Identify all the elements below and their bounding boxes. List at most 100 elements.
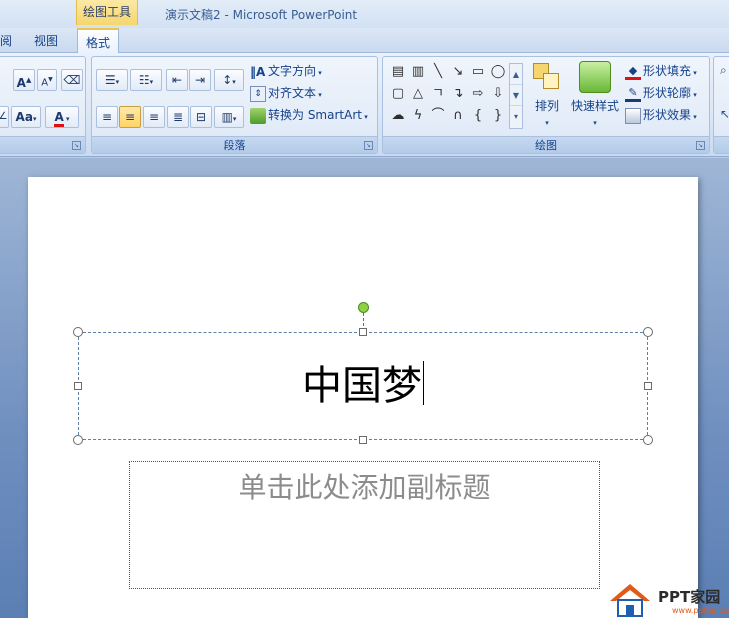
shape-effects-button[interactable]: 形状效果 ▾ — [625, 105, 697, 125]
gallery-down-icon[interactable]: ▼ — [510, 85, 522, 106]
drawing-group-label: 绘图 — [383, 136, 709, 153]
tab-view[interactable]: 视图 — [34, 32, 58, 49]
ribbon: A▲ A▼ ⌫ ∠ Aa▾ A ▾ ↘ ☰▾ ☷▾ ⇤ ⇥ ↕▾ ≡ ≡ ≡ ≣… — [0, 53, 729, 157]
paragraph-group: ☰▾ ☷▾ ⇤ ⇥ ↕▾ ≡ ≡ ≡ ≣ ⊟ ▥▾ ‖A 文字方向 ▾ ⇕ 对齐… — [91, 56, 378, 154]
strikethrough-icon: ∠ — [0, 111, 8, 122]
tab-format[interactable]: 格式 — [77, 28, 120, 54]
curve-shape-icon[interactable]: ∩ — [449, 107, 467, 125]
distributed-button[interactable]: ⊟ — [190, 106, 212, 128]
arrange-label: 排列 — [534, 99, 559, 113]
arc-shape-icon[interactable]: ⌒ — [429, 107, 447, 125]
align-left-icon: ≡ — [101, 110, 113, 124]
text-direction-label: 文字方向 — [268, 64, 317, 78]
watermark-brand: PPT家园 — [658, 588, 721, 606]
paragraph-dialog-launcher-icon[interactable]: ↘ — [364, 141, 373, 150]
resize-handle-right[interactable] — [644, 382, 652, 390]
shapes-gallery: ▤ ▥ ╲ ↘ ▭ ◯ ▢ △ ㄱ ↴ ⇨ ⇩ ☁ ϟ ⌒ ∩ { } — [389, 63, 507, 129]
tab-review-partial[interactable]: 阅 — [0, 32, 12, 49]
watermark-url: www.pptjia.com — [672, 606, 729, 615]
triangle-shape-icon[interactable]: △ — [409, 85, 427, 103]
arrange-button[interactable]: 排列 ▾ — [529, 61, 565, 128]
oval-shape-icon[interactable]: ◯ — [489, 63, 507, 81]
shape-outline-icon: ✎ — [625, 86, 641, 102]
align-text-label: 对齐文本 — [268, 86, 317, 100]
rounded-rectangle-shape-icon[interactable]: ▢ — [389, 85, 407, 103]
resize-handle-top-right[interactable] — [643, 327, 653, 337]
line-spacing-button[interactable]: ↕▾ — [214, 69, 244, 91]
convert-smartart-label: 转换为 SmartArt — [268, 108, 362, 122]
quick-styles-button[interactable]: 快速样式 ▾ — [569, 61, 621, 128]
bullets-button[interactable]: ☰▾ — [96, 69, 128, 91]
line-shape-icon[interactable]: ╲ — [429, 63, 447, 81]
find-icon[interactable]: ⌕ — [720, 63, 727, 78]
subtitle-placeholder[interactable]: 单击此处添加副标题 — [129, 461, 600, 589]
select-icon[interactable]: ↖ — [720, 107, 729, 121]
shape-outline-button[interactable]: ✎ 形状轮廓 ▾ — [625, 83, 697, 103]
resize-handle-top-left[interactable] — [73, 327, 83, 337]
distributed-icon: ⊟ — [195, 110, 207, 124]
align-center-button[interactable]: ≡ — [119, 106, 141, 128]
change-case-label: Aa — [15, 110, 33, 124]
resize-handle-left[interactable] — [74, 382, 82, 390]
clear-formatting-icon: ⌫ — [63, 73, 81, 87]
align-text-icon: ⇕ — [250, 85, 266, 102]
editing-group-label — [714, 136, 729, 153]
increase-indent-button[interactable]: ⇥ — [189, 69, 211, 91]
text-caret — [423, 361, 424, 405]
clear-formatting-button[interactable]: ⌫ — [61, 69, 83, 91]
left-brace-shape-icon[interactable]: { — [469, 107, 487, 125]
editing-group-partial: ⌕ ↖ — [713, 56, 729, 154]
lightning-shape-icon[interactable]: ϟ — [409, 107, 427, 125]
right-arrow-shape-icon[interactable]: ⇨ — [469, 85, 487, 103]
watermark: PPT家园 www.pptjia.com — [606, 581, 729, 618]
elbow-connector-shape-icon[interactable]: ㄱ — [429, 85, 447, 103]
shapes-gallery-scroll[interactable]: ▲ ▼ ▾ — [509, 63, 523, 129]
justify-button[interactable]: ≣ — [167, 106, 189, 128]
numbering-icon: ☷ — [138, 73, 150, 87]
align-text-button[interactable]: ⇕ 对齐文本 ▾ — [250, 83, 322, 103]
convert-smartart-button[interactable]: 转换为 SmartArt ▾ — [250, 105, 368, 125]
bullets-icon: ☰ — [104, 73, 116, 87]
smartart-icon — [250, 107, 266, 124]
cloud-shape-icon[interactable]: ☁ — [389, 107, 407, 125]
slide-editing-area: 中国梦 单击此处添加副标题 — [0, 158, 729, 618]
gallery-more-icon[interactable]: ▾ — [510, 106, 522, 127]
slide-title-text: 中国梦 — [302, 363, 422, 409]
align-left-button[interactable]: ≡ — [96, 106, 118, 128]
resize-handle-bottom[interactable] — [359, 436, 367, 444]
quick-styles-label: 快速样式 — [570, 99, 619, 113]
drawing-dialog-launcher-icon[interactable]: ↘ — [696, 141, 705, 150]
title-bar: 绘图工具 演示文稿2 - Microsoft PowerPoint — [0, 0, 729, 28]
align-right-button[interactable]: ≡ — [143, 106, 165, 128]
rotation-handle[interactable] — [358, 302, 369, 313]
shrink-font-button[interactable]: A▼ — [37, 69, 57, 91]
decrease-indent-button[interactable]: ⇤ — [166, 69, 188, 91]
rectangle-shape-icon[interactable]: ▭ — [469, 63, 487, 81]
elbow-arrow-shape-icon[interactable]: ↴ — [449, 85, 467, 103]
slide-canvas[interactable]: 中国梦 单击此处添加副标题 — [28, 177, 698, 618]
title-text-line[interactable]: 中国梦 — [79, 361, 647, 411]
resize-handle-top[interactable] — [359, 328, 367, 336]
shape-fill-icon: ◆ — [625, 64, 641, 80]
strikethrough-partial-button[interactable]: ∠ — [0, 106, 9, 128]
down-arrow-shape-icon[interactable]: ⇩ — [489, 85, 507, 103]
font-color-button[interactable]: A ▾ — [45, 106, 79, 128]
vertical-textbox-shape-icon[interactable]: ▥ — [409, 63, 427, 81]
font-dialog-launcher-icon[interactable]: ↘ — [72, 141, 81, 150]
arrow-line-shape-icon[interactable]: ↘ — [449, 63, 467, 81]
title-placeholder[interactable]: 中国梦 — [78, 332, 648, 440]
gallery-up-icon[interactable]: ▲ — [510, 64, 522, 85]
change-case-button[interactable]: Aa▾ — [11, 106, 41, 128]
columns-button[interactable]: ▥▾ — [214, 106, 244, 128]
resize-handle-bottom-left[interactable] — [73, 435, 83, 445]
right-brace-shape-icon[interactable]: } — [489, 107, 507, 125]
numbering-button[interactable]: ☷▾ — [130, 69, 162, 91]
drawing-tools-context-header: 绘图工具 — [76, 0, 138, 25]
shape-effects-icon — [625, 107, 641, 124]
textbox-shape-icon[interactable]: ▤ — [389, 63, 407, 81]
grow-font-button[interactable]: A▲ — [13, 69, 35, 91]
resize-handle-bottom-right[interactable] — [643, 435, 653, 445]
text-direction-button[interactable]: ‖A 文字方向 ▾ — [250, 61, 322, 81]
quick-styles-icon — [579, 61, 611, 93]
shape-fill-button[interactable]: ◆ 形状填充 ▾ — [625, 61, 697, 81]
